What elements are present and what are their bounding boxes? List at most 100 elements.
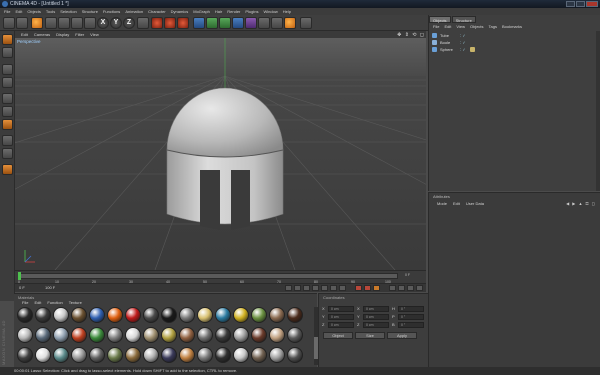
size-z-field[interactable]: 0 cm [363,322,389,328]
scale-key-icon[interactable] [398,285,405,291]
maximize-button[interactable] [576,1,585,7]
object-menu-bookmarks[interactable]: Bookmarks [502,24,522,29]
menu-window[interactable]: Window [264,8,278,15]
viewport-menu-filter[interactable]: Filter [75,31,84,38]
next-frame-icon[interactable] [321,285,328,291]
menu-animation[interactable]: Animation [125,8,143,15]
menu-dynamics[interactable]: Dynamics [171,8,189,15]
use-texture-mode-icon[interactable] [2,64,13,75]
material-swatch[interactable] [17,307,33,323]
menu-help[interactable]: Help [283,8,291,15]
rotation-p-field[interactable]: 0 ° [398,314,424,320]
viewport-menu-cameras[interactable]: Cameras [34,31,50,38]
use-edges-mode-icon[interactable] [2,106,13,117]
material-swatch[interactable] [179,327,195,343]
cube-primitive-icon[interactable] [193,17,205,29]
autokey-icon[interactable] [364,285,371,291]
material-swatch[interactable] [143,327,159,343]
use-polygons-mode-icon[interactable] [2,119,13,130]
world-coordinates-icon[interactable] [137,17,149,29]
material-swatch[interactable] [35,347,51,363]
material-swatch[interactable] [89,347,105,363]
material-swatch[interactable] [53,307,69,323]
apply-button[interactable]: Apply [387,332,417,339]
material-swatch[interactable] [107,347,123,363]
menu-render[interactable]: Render [227,8,240,15]
menu-objects[interactable]: Objects [27,8,41,15]
visibility-dots-icon[interactable]: ⁚ ✓ [460,32,466,39]
material-swatch[interactable] [287,347,303,363]
parameter-key-icon[interactable] [416,285,423,291]
size-mode-select[interactable]: Size [355,332,385,339]
rotation-key-icon[interactable] [407,285,414,291]
attribute-menu-edit[interactable]: Edit [453,201,460,206]
material-swatch[interactable] [71,347,87,363]
material-swatch[interactable] [125,327,141,343]
next-key-icon[interactable] [330,285,337,291]
material-swatch[interactable] [161,347,177,363]
object-menu-view[interactable]: View [456,24,465,29]
material-swatch[interactable] [215,347,231,363]
menu-plugins[interactable]: Plugins [245,8,258,15]
close-button[interactable] [586,1,598,7]
recent-tool-icon[interactable] [84,17,96,29]
attribute-menu-user-data[interactable]: User Data [466,201,484,206]
rotation-b-field[interactable]: 0 ° [398,322,424,328]
material-swatch[interactable] [287,327,303,343]
light-icon[interactable] [284,17,296,29]
material-swatch[interactable] [71,327,87,343]
attribute-navigation-icons[interactable]: ◀ ▶ ▲ ⚿ ◻ [566,201,596,206]
visibility-dots-icon[interactable]: ⁚ ✓ [460,39,466,46]
spline-pen-icon[interactable] [206,17,218,29]
keyframe-selection-icon[interactable] [373,285,380,291]
position-key-icon[interactable] [389,285,396,291]
timeline-current-marker[interactable] [18,272,21,280]
material-swatch[interactable] [179,307,195,323]
material-swatch[interactable] [143,347,159,363]
redo-icon[interactable] [16,17,28,29]
material-swatch[interactable] [161,307,177,323]
object-row-tube[interactable]: Tube ⁚ ✓ [432,32,592,39]
move-tool-icon[interactable] [45,17,57,29]
material-tag-icon[interactable] [470,47,475,52]
material-swatch[interactable] [215,327,231,343]
material-swatch[interactable] [107,307,123,323]
deformer-icon[interactable] [245,17,257,29]
material-swatch[interactable] [287,307,303,323]
position-x-field[interactable]: 0 cm [328,306,354,312]
material-menu-file[interactable]: File [22,300,28,305]
material-menu-texture[interactable]: Texture [69,300,82,305]
viewport-menu-display[interactable]: Display [56,31,69,38]
material-swatch[interactable] [197,307,213,323]
rotate-tool-icon[interactable] [71,17,83,29]
size-y-field[interactable]: 0 cm [363,314,389,320]
material-swatch[interactable] [251,327,267,343]
perspective-viewport[interactable]: Perspective [15,38,426,270]
use-model-mode-icon[interactable] [2,34,13,45]
viewport-menu-view[interactable]: View [90,31,99,38]
object-menu-file[interactable]: File [433,24,439,29]
object-menu-tags[interactable]: Tags [489,24,497,29]
material-swatch[interactable] [107,327,123,343]
play-icon[interactable] [312,285,319,291]
attribute-menu-mode[interactable]: Mode [437,201,447,206]
position-z-field[interactable]: 0 cm [328,322,354,328]
material-swatch[interactable] [125,307,141,323]
rotation-h-field[interactable]: 0 ° [398,306,424,312]
material-swatch[interactable] [215,307,231,323]
object-menu-edit[interactable]: Edit [444,24,451,29]
menu-edit[interactable]: Edit [15,8,22,15]
material-swatch[interactable] [251,307,267,323]
position-y-field[interactable]: 0 cm [328,314,354,320]
material-swatch[interactable] [233,347,249,363]
nurbs-icon[interactable] [219,17,231,29]
material-swatch[interactable] [17,347,33,363]
use-object-mode-icon[interactable] [2,47,13,58]
viewport-menu-edit[interactable]: Edit [21,31,28,38]
previous-key-icon[interactable] [294,285,301,291]
material-swatch[interactable] [143,307,159,323]
use-points-mode-icon[interactable] [2,93,13,104]
x-axis-lock-icon[interactable]: X [97,17,109,29]
render-view-icon[interactable] [151,17,163,29]
material-swatch[interactable] [197,327,213,343]
